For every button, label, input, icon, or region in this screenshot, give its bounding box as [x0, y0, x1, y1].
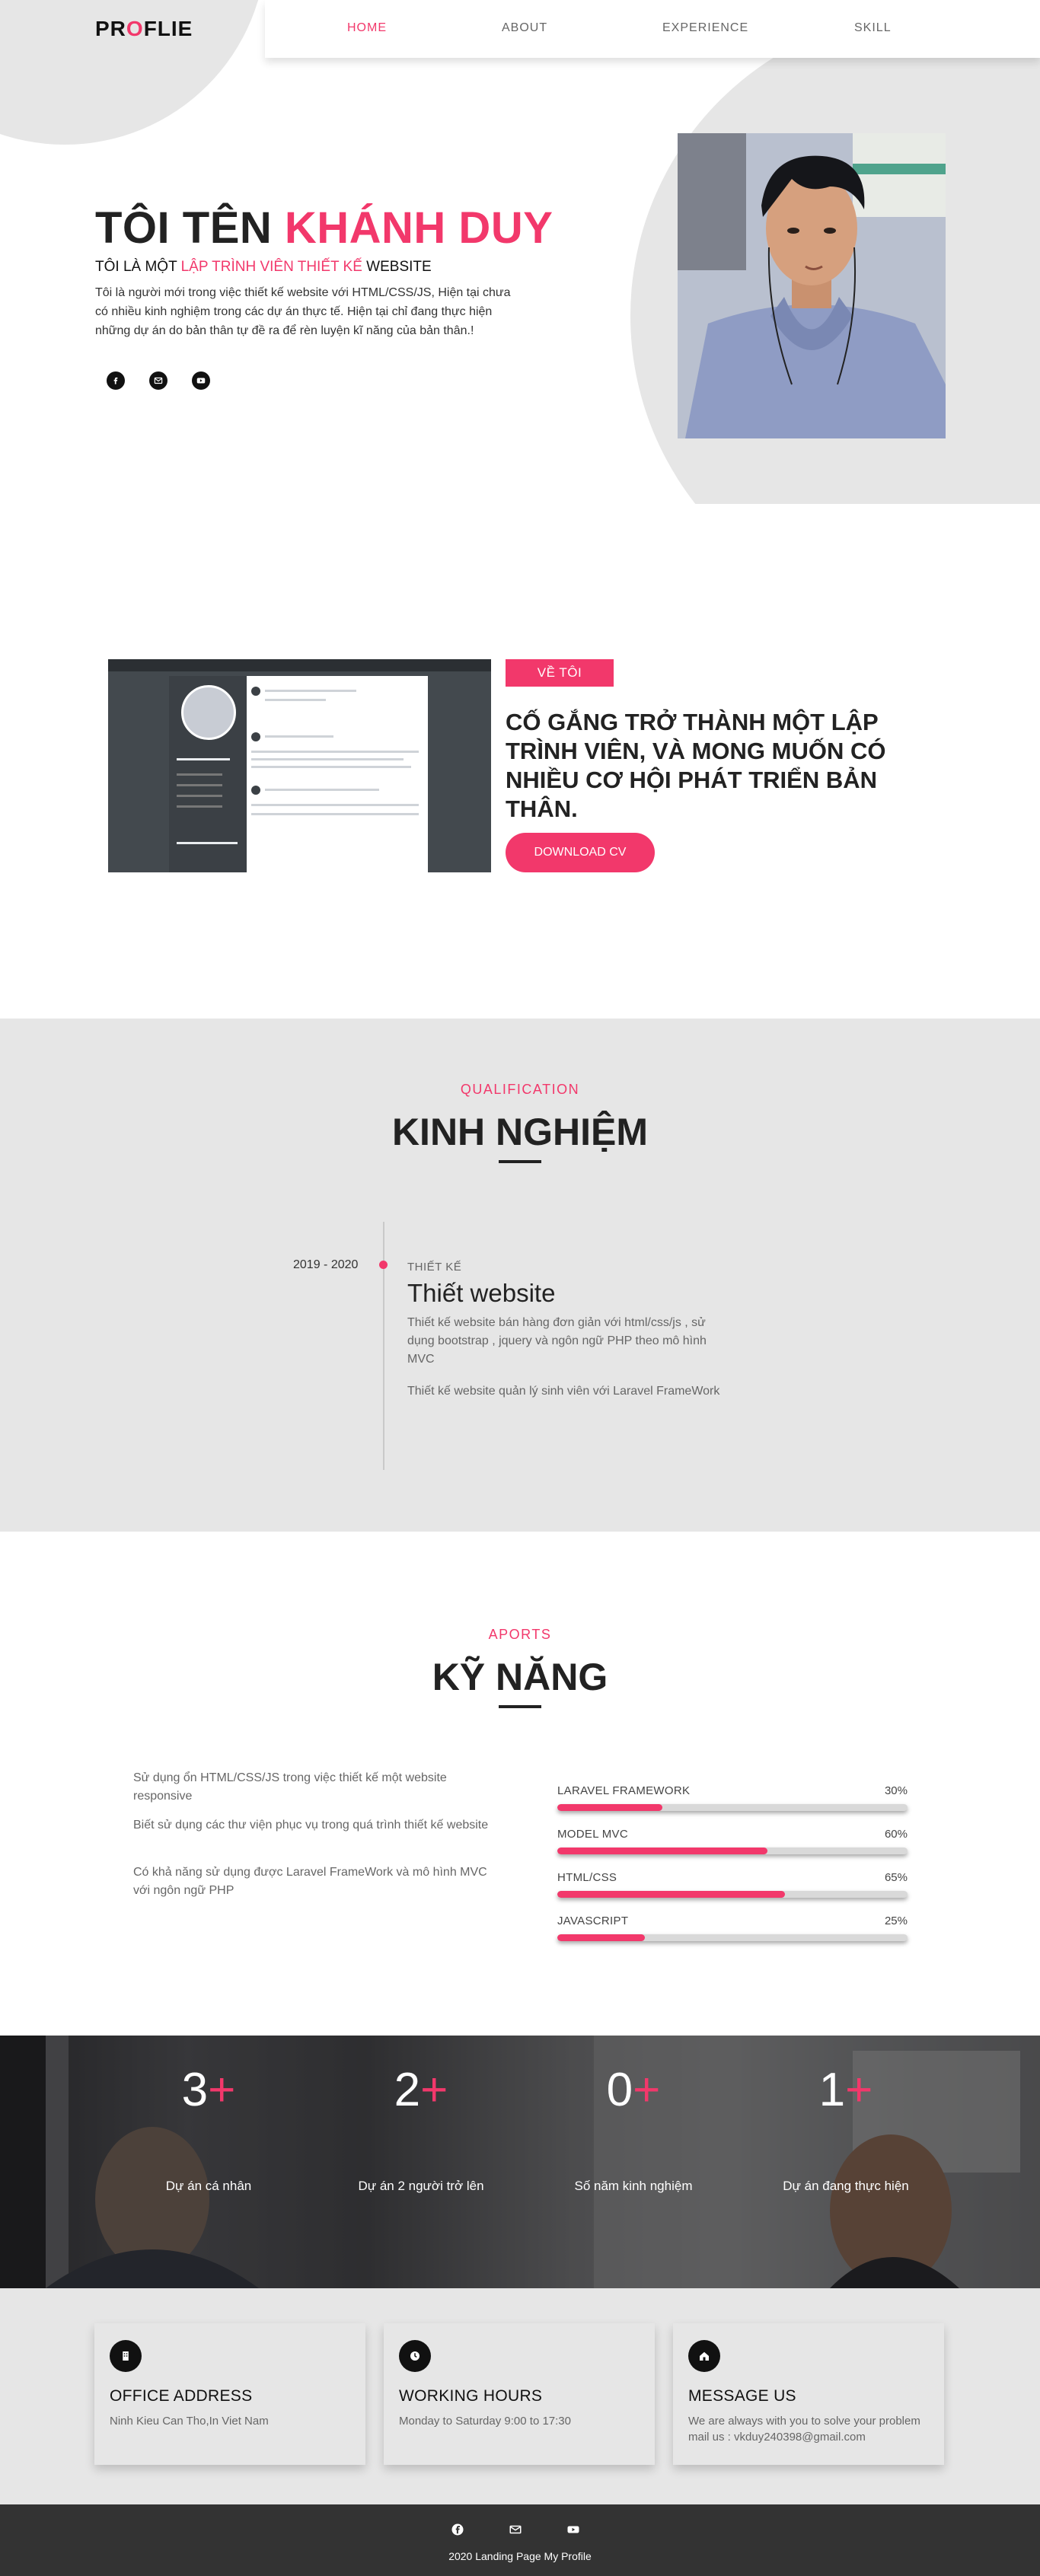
card-title: OFFICE ADDRESS: [110, 2387, 253, 2405]
download-cv-button[interactable]: DOWNLOAD CV: [506, 833, 655, 872]
title-underline: [499, 1160, 541, 1163]
skills-title: KỸ NĂNG: [432, 1656, 608, 1698]
skill-bar-value: 30%: [884, 1784, 908, 1797]
footer: 2020 Landing Page My Profile: [0, 2504, 1040, 2576]
facebook-icon[interactable]: [107, 371, 125, 390]
counter-label: Số năm kinh nghiệm: [574, 2179, 693, 2193]
contact-card-message: MESSAGE US We are always with you to sol…: [673, 2323, 944, 2465]
counter-number: 1+: [818, 2064, 873, 2116]
clock-icon: [399, 2340, 431, 2372]
skill-paragraph: Biết sử dụng các thư viện phục vụ trong …: [133, 1819, 489, 1832]
logo[interactable]: PROFLIE: [95, 17, 193, 41]
counter-label: Dự án 2 người trở lên: [358, 2179, 484, 2193]
youtube-icon[interactable]: [565, 2521, 582, 2538]
building-icon: [110, 2340, 142, 2372]
card-title: MESSAGE US: [688, 2387, 796, 2405]
hero-subtitle: TÔI LÀ MỘT LẬP TRÌNH VIÊN THIẾT KẾ WEBSI…: [95, 259, 432, 275]
skill-bar-label: MODEL MVC: [557, 1828, 628, 1841]
about-heading: CỐ GẮNG TRỞ THÀNH MỘT LẬP TRÌNH VIÊN, VÀ…: [506, 709, 886, 822]
contact-card-hours: WORKING HOURS Monday to Saturday 9:00 to…: [384, 2323, 655, 2465]
timeline-paragraph: Thiết kế website bán hàng đơn giản với h…: [407, 1316, 707, 1366]
title-underline: [499, 1705, 541, 1708]
nav-home[interactable]: HOME: [347, 21, 387, 35]
card-title: WORKING HOURS: [399, 2387, 543, 2405]
skill-bar-fill: [557, 1804, 662, 1811]
timeline-paragraph: Thiết kế website quản lý sinh viên với L…: [407, 1385, 720, 1398]
counter-label: Dự án cá nhân: [165, 2179, 252, 2193]
skill-bar-value: 25%: [884, 1914, 908, 1927]
skill-bar-track: [557, 1934, 908, 1941]
profile-photo: [678, 133, 946, 438]
hero-title: TÔI TÊN KHÁNH DUY: [95, 203, 553, 253]
skill-bar-value: 60%: [884, 1828, 908, 1841]
cv-screenshot: [108, 659, 491, 872]
timeline-line: [383, 1222, 384, 1470]
about-badge: VỀ TÔI: [506, 659, 614, 687]
skill-bar-label: LARAVEL FRAMEWORK: [557, 1784, 691, 1797]
counter-number: 3+: [181, 2064, 236, 2116]
counter-label: Dự án đang thực hiện: [783, 2179, 909, 2193]
nav-experience[interactable]: EXPERIENCE: [662, 21, 748, 35]
hero-section: PROFLIE HOME ABOUT EXPERIENCE SKILL TÔI …: [0, 0, 1040, 533]
hero-socials: [107, 371, 210, 390]
skill-paragraph: Sử dụng ổn HTML/CSS/JS trong việc thiết …: [133, 1771, 447, 1803]
facebook-icon[interactable]: [449, 2521, 466, 2538]
timeline-dot: [379, 1261, 388, 1269]
card-text: Monday to Saturday 9:00 to 17:30: [399, 2415, 571, 2428]
footer-copyright: 2020 Landing Page My Profile: [448, 2550, 592, 2562]
hero-description: Tôi là người mới trong việc thiết kế web…: [95, 286, 511, 337]
home-icon: [688, 2340, 720, 2372]
card-text: Ninh Kieu Can Tho,In Viet Nam: [110, 2415, 269, 2428]
counter-number: 2+: [394, 2064, 448, 2116]
skill-paragraph: Có khả năng sử dụng được Laravel FrameWo…: [133, 1866, 487, 1897]
mail-icon[interactable]: [149, 371, 167, 390]
skills-kicker: APORTS: [488, 1627, 552, 1642]
skill-bar-fill: [557, 1848, 767, 1854]
qualification-title: KINH NGHIỆM: [391, 1111, 649, 1153]
avatar: [181, 685, 236, 740]
mail-icon[interactable]: [507, 2521, 524, 2538]
skill-bar-track: [557, 1848, 908, 1854]
skill-bar-label: HTML/CSS: [557, 1871, 617, 1884]
footer-socials: [449, 2521, 582, 2538]
youtube-icon[interactable]: [192, 371, 210, 390]
navbar: HOME ABOUT EXPERIENCE SKILL: [265, 0, 1040, 58]
skill-bar-fill: [557, 1934, 645, 1941]
timeline-date: 2019 - 2020: [293, 1258, 359, 1271]
skill-bar-value: 65%: [884, 1871, 908, 1884]
contact-section: OFFICE ADDRESS Ninh Kieu Can Tho,In Viet…: [0, 2288, 1040, 2504]
counter-number: 0+: [606, 2064, 661, 2116]
card-text: We are always with you to solve your pro…: [688, 2415, 920, 2444]
nav-about[interactable]: ABOUT: [502, 21, 547, 35]
skill-bar-label: JAVASCRIPT: [557, 1914, 629, 1927]
skill-bar-track: [557, 1891, 908, 1898]
skill-bar-fill: [557, 1891, 785, 1898]
nav-skill[interactable]: SKILL: [854, 21, 892, 35]
timeline-kicker: THIẾT KẾ: [407, 1261, 462, 1274]
contact-card-office: OFFICE ADDRESS Ninh Kieu Can Tho,In Viet…: [94, 2323, 365, 2465]
qualification-kicker: QUALIFICATION: [460, 1082, 580, 1097]
skill-bar-track: [557, 1804, 908, 1811]
timeline-title: Thiết website: [407, 1279, 556, 1307]
